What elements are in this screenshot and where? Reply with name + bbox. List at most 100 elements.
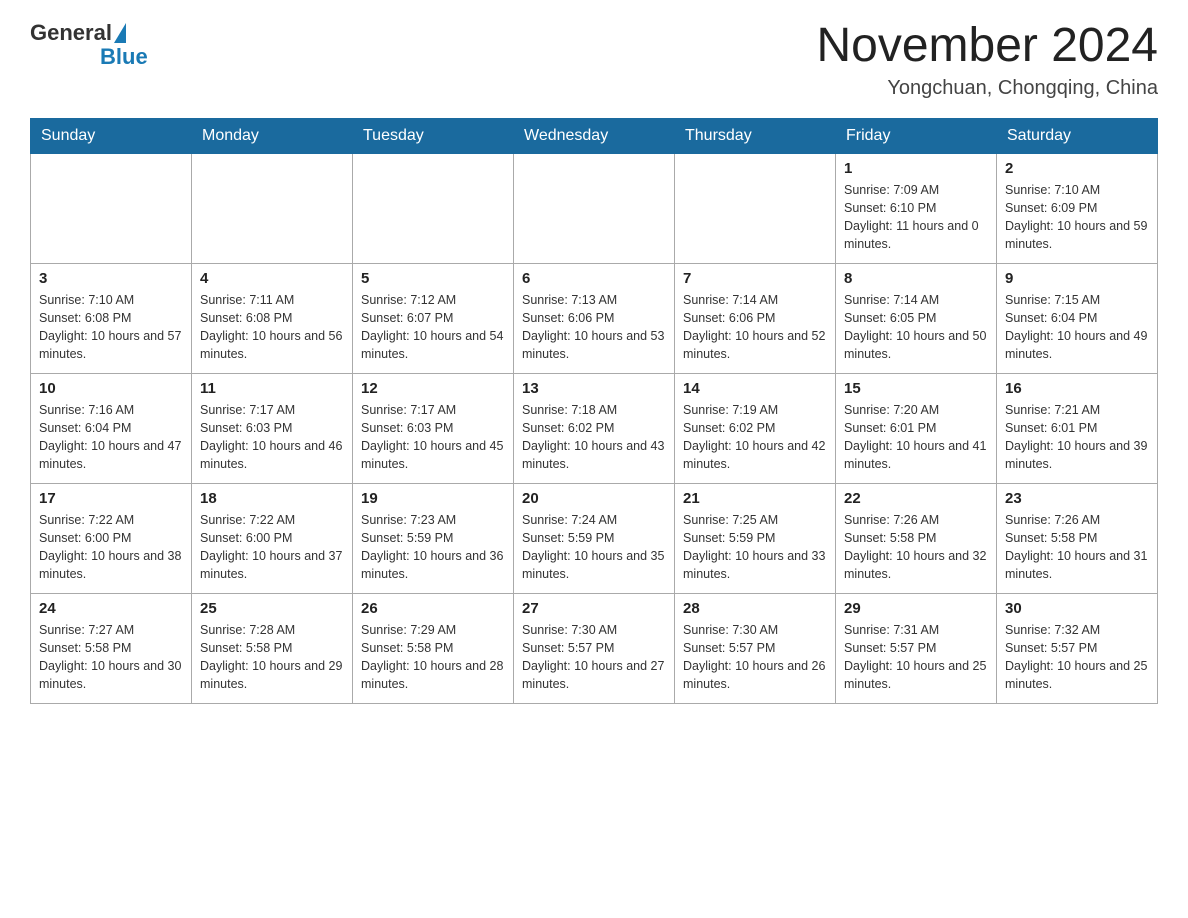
day-number: 17 [39, 490, 183, 507]
day-info: Sunrise: 7:14 AMSunset: 6:05 PMDaylight:… [844, 291, 988, 364]
day-number: 3 [39, 270, 183, 287]
location-text: Yongchuan, Chongqing, China [816, 77, 1158, 100]
day-info: Sunrise: 7:31 AMSunset: 5:57 PMDaylight:… [844, 621, 988, 694]
day-number: 5 [361, 270, 505, 287]
day-info: Sunrise: 7:11 AMSunset: 6:08 PMDaylight:… [200, 291, 344, 364]
calendar-cell: 9 Sunrise: 7:15 AMSunset: 6:04 PMDaylight… [997, 263, 1158, 373]
day-info: Sunrise: 7:22 AMSunset: 6:00 PMDaylight:… [39, 511, 183, 584]
calendar-cell: 30 Sunrise: 7:32 AMSunset: 5:57 PMDayligh… [997, 593, 1158, 703]
day-info: Sunrise: 7:28 AMSunset: 5:58 PMDaylight:… [200, 621, 344, 694]
day-number: 11 [200, 380, 344, 397]
calendar-cell: 5Sunrise: 7:12 AMSunset: 6:07 PMDaylight… [353, 263, 514, 373]
day-info: Sunrise: 7:19 AMSunset: 6:02 PMDaylight:… [683, 401, 827, 474]
calendar-cell [192, 153, 353, 263]
logo: General Blue [30, 20, 148, 70]
day-number: 15 [844, 380, 988, 397]
day-number: 8 [844, 270, 988, 287]
calendar-cell: 2Sunrise: 7:10 AMSunset: 6:09 PMDaylight… [997, 153, 1158, 263]
calendar-cell: 23 Sunrise: 7:26 AMSunset: 5:58 PMDayligh… [997, 483, 1158, 593]
logo-triangle-icon [114, 23, 126, 43]
day-info: Sunrise: 7:25 AMSunset: 5:59 PMDaylight:… [683, 511, 827, 584]
day-header-tuesday: Tuesday [353, 118, 514, 153]
logo-blue-text: Blue [100, 44, 148, 70]
calendar-cell [31, 153, 192, 263]
day-info: Sunrise: 7:30 AMSunset: 5:57 PMDaylight:… [683, 621, 827, 694]
day-info: Sunrise: 7:18 AMSunset: 6:02 PMDaylight:… [522, 401, 666, 474]
day-number: 1 [844, 160, 988, 177]
day-number: 30 [1005, 600, 1149, 617]
day-number: 7 [683, 270, 827, 287]
day-header-thursday: Thursday [675, 118, 836, 153]
day-number: 21 [683, 490, 827, 507]
title-block: November 2024 Yongchuan, Chongqing, Chin… [816, 20, 1158, 100]
day-number: 9 [1005, 270, 1149, 287]
day-info: Sunrise: 7:09 AMSunset: 6:10 PMDaylight:… [844, 181, 988, 254]
day-info: Sunrise: 7:21 AMSunset: 6:01 PMDaylight:… [1005, 401, 1149, 474]
calendar-cell: 15 Sunrise: 7:20 AMSunset: 6:01 PMDayligh… [836, 373, 997, 483]
week-row-3: 10 Sunrise: 7:16 AMSunset: 6:04 PMDayligh… [31, 373, 1158, 483]
calendar-cell: 22Sunrise: 7:26 AMSunset: 5:58 PMDayligh… [836, 483, 997, 593]
calendar-cell: 14Sunrise: 7:19 AMSunset: 6:02 PMDayligh… [675, 373, 836, 483]
week-row-1: 1 Sunrise: 7:09 AMSunset: 6:10 PMDaylight… [31, 153, 1158, 263]
day-number: 28 [683, 600, 827, 617]
calendar-cell: 28 Sunrise: 7:30 AMSunset: 5:57 PMDayligh… [675, 593, 836, 703]
calendar-cell: 29 Sunrise: 7:31 AMSunset: 5:57 PMDayligh… [836, 593, 997, 703]
logo-general-text: General [30, 20, 112, 46]
day-info: Sunrise: 7:26 AMSunset: 5:58 PMDaylight:… [1005, 511, 1149, 584]
day-number: 12 [361, 380, 505, 397]
day-info: Sunrise: 7:20 AMSunset: 6:01 PMDaylight:… [844, 401, 988, 474]
calendar-cell: 10 Sunrise: 7:16 AMSunset: 6:04 PMDayligh… [31, 373, 192, 483]
day-number: 23 [1005, 490, 1149, 507]
day-header-sunday: Sunday [31, 118, 192, 153]
week-row-4: 17 Sunrise: 7:22 AMSunset: 6:00 PMDayligh… [31, 483, 1158, 593]
day-number: 29 [844, 600, 988, 617]
day-info: Sunrise: 7:27 AMSunset: 5:58 PMDaylight:… [39, 621, 183, 694]
calendar-cell: 11Sunrise: 7:17 AMSunset: 6:03 PMDayligh… [192, 373, 353, 483]
day-number: 25 [200, 600, 344, 617]
calendar-cell: 21 Sunrise: 7:25 AMSunset: 5:59 PMDayligh… [675, 483, 836, 593]
day-number: 20 [522, 490, 666, 507]
day-info: Sunrise: 7:10 AMSunset: 6:08 PMDaylight:… [39, 291, 183, 364]
day-info: Sunrise: 7:30 AMSunset: 5:57 PMDaylight:… [522, 621, 666, 694]
day-header-friday: Friday [836, 118, 997, 153]
month-title: November 2024 [816, 20, 1158, 73]
day-number: 6 [522, 270, 666, 287]
day-number: 10 [39, 380, 183, 397]
day-info: Sunrise: 7:23 AMSunset: 5:59 PMDaylight:… [361, 511, 505, 584]
day-info: Sunrise: 7:15 AMSunset: 6:04 PMDaylight:… [1005, 291, 1149, 364]
calendar-cell: 27Sunrise: 7:30 AMSunset: 5:57 PMDayligh… [514, 593, 675, 703]
page-header: General Blue November 2024 Yongchuan, Ch… [30, 20, 1158, 100]
day-number: 24 [39, 600, 183, 617]
day-info: Sunrise: 7:24 AMSunset: 5:59 PMDaylight:… [522, 511, 666, 584]
calendar-cell: 20 Sunrise: 7:24 AMSunset: 5:59 PMDayligh… [514, 483, 675, 593]
calendar-cell [514, 153, 675, 263]
calendar-cell: 26Sunrise: 7:29 AMSunset: 5:58 PMDayligh… [353, 593, 514, 703]
day-info: Sunrise: 7:16 AMSunset: 6:04 PMDaylight:… [39, 401, 183, 474]
calendar-cell: 1 Sunrise: 7:09 AMSunset: 6:10 PMDaylight… [836, 153, 997, 263]
calendar-cell: 25 Sunrise: 7:28 AMSunset: 5:58 PMDayligh… [192, 593, 353, 703]
day-header-monday: Monday [192, 118, 353, 153]
calendar-cell: 16Sunrise: 7:21 AMSunset: 6:01 PMDayligh… [997, 373, 1158, 483]
calendar-cell: 8 Sunrise: 7:14 AMSunset: 6:05 PMDaylight… [836, 263, 997, 373]
day-info: Sunrise: 7:32 AMSunset: 5:57 PMDaylight:… [1005, 621, 1149, 694]
day-number: 4 [200, 270, 344, 287]
day-info: Sunrise: 7:10 AMSunset: 6:09 PMDaylight:… [1005, 181, 1149, 254]
calendar-cell [675, 153, 836, 263]
calendar-cell: 3 Sunrise: 7:10 AMSunset: 6:08 PMDaylight… [31, 263, 192, 373]
day-header-saturday: Saturday [997, 118, 1158, 153]
calendar-cell: 13 Sunrise: 7:18 AMSunset: 6:02 PMDayligh… [514, 373, 675, 483]
week-row-2: 3 Sunrise: 7:10 AMSunset: 6:08 PMDaylight… [31, 263, 1158, 373]
day-info: Sunrise: 7:13 AMSunset: 6:06 PMDaylight:… [522, 291, 666, 364]
calendar-header-row: SundayMondayTuesdayWednesdayThursdayFrid… [31, 118, 1158, 153]
day-number: 13 [522, 380, 666, 397]
calendar-cell: 18Sunrise: 7:22 AMSunset: 6:00 PMDayligh… [192, 483, 353, 593]
calendar-cell [353, 153, 514, 263]
calendar-cell: 4 Sunrise: 7:11 AMSunset: 6:08 PMDaylight… [192, 263, 353, 373]
calendar-cell: 6 Sunrise: 7:13 AMSunset: 6:06 PMDaylight… [514, 263, 675, 373]
calendar-cell: 17 Sunrise: 7:22 AMSunset: 6:00 PMDayligh… [31, 483, 192, 593]
day-number: 22 [844, 490, 988, 507]
calendar-cell: 24 Sunrise: 7:27 AMSunset: 5:58 PMDayligh… [31, 593, 192, 703]
week-row-5: 24 Sunrise: 7:27 AMSunset: 5:58 PMDayligh… [31, 593, 1158, 703]
day-header-wednesday: Wednesday [514, 118, 675, 153]
calendar-cell: 19Sunrise: 7:23 AMSunset: 5:59 PMDayligh… [353, 483, 514, 593]
